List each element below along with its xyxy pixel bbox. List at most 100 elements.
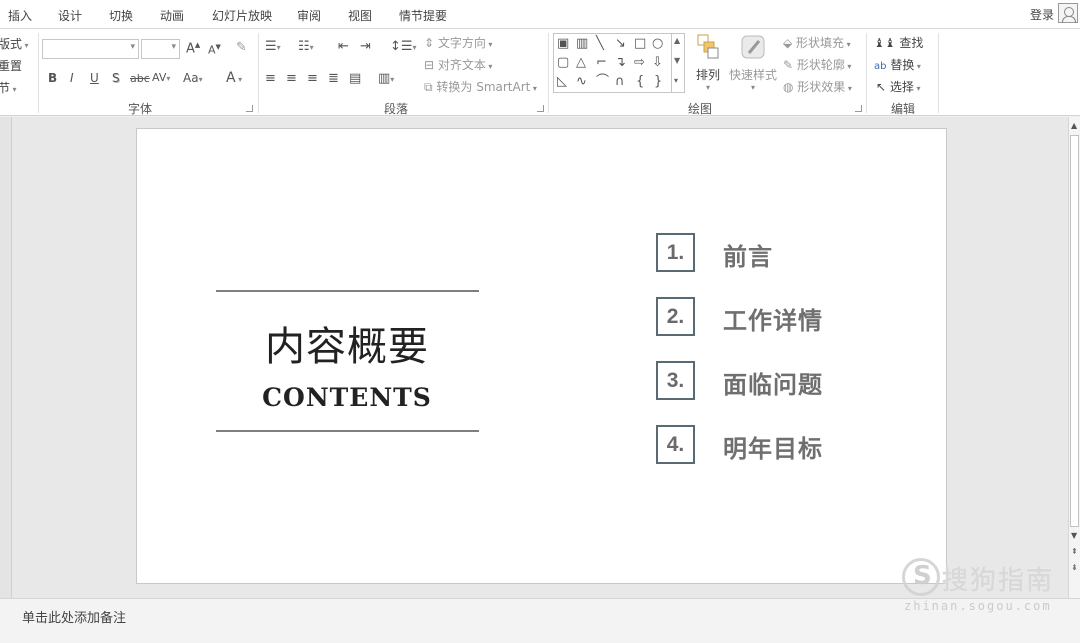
italic-button[interactable]: I (70, 72, 74, 84)
tab-view[interactable]: 视图 (348, 7, 372, 24)
align-right-icon[interactable]: ≡ (307, 72, 318, 85)
next-slide-icon[interactable]: ⇟ (1071, 563, 1078, 572)
down-arrow-shape-icon[interactable]: ⇩ (652, 56, 663, 69)
text-direction-button[interactable]: ⇕ 文字方向 ▾ (424, 34, 492, 51)
section-button[interactable]: 节 ▾ (0, 79, 17, 96)
strikethrough-button[interactable]: abc (130, 73, 150, 84)
scribble-shape-icon[interactable]: ∿ (576, 75, 587, 88)
group-separator (38, 33, 39, 113)
quick-styles-button[interactable]: 快速样式 ▾ (727, 33, 779, 92)
line-spacing-icon[interactable]: ↕☰▾ (390, 40, 417, 53)
tab-storyboard[interactable]: 情节提要 (399, 7, 447, 24)
shape-effects-button[interactable]: ◍ 形状效果 ▾ (783, 78, 852, 95)
slide-workspace[interactable]: 内容概要 CONTENTS 1. 前言 2. 工作详情 3. 面临问题 4. 明… (0, 117, 1068, 598)
elbow-arrow-shape-icon[interactable]: ↴ (615, 56, 626, 69)
shape-fill-button[interactable]: ⬙ 形状填充 ▾ (783, 34, 851, 51)
align-center-icon[interactable]: ≡ (286, 72, 297, 85)
right-brace-shape-icon[interactable]: } (654, 75, 662, 88)
tab-design[interactable]: 设计 (58, 7, 82, 24)
justify-icon[interactable]: ≣ (328, 72, 339, 85)
toc-item[interactable]: 2. 工作详情 (656, 297, 916, 337)
align-text-button[interactable]: ⊟ 对齐文本 ▾ (424, 56, 492, 73)
gallery-down-icon[interactable]: ▼ (674, 56, 680, 65)
notes-placeholder[interactable]: 单击此处添加备注 (22, 607, 126, 626)
slide-canvas[interactable]: 内容概要 CONTENTS 1. 前言 2. 工作详情 3. 面临问题 4. 明… (136, 128, 947, 584)
replace-button[interactable]: ab 替换 ▾ (874, 56, 921, 73)
left-brace-shape-icon[interactable]: { (636, 75, 644, 88)
right-arrow-shape-icon[interactable]: ⇨ (634, 56, 645, 69)
toc-item[interactable]: 1. 前言 (656, 233, 916, 273)
scroll-down-icon[interactable]: ▼ (1071, 531, 1077, 540)
decrease-indent-icon[interactable]: ⇤ (338, 40, 349, 53)
align-left-icon[interactable]: ≡ (265, 72, 276, 85)
oval-shape-icon[interactable]: ○ (652, 37, 663, 50)
clear-format-icon[interactable]: ✎ (236, 41, 247, 54)
columns-icon[interactable]: ▥▾ (378, 72, 394, 85)
font-dialog-launcher-icon[interactable] (246, 105, 253, 112)
select-button[interactable]: ↖ 选择 ▾ (876, 78, 920, 95)
elbow-connector-shape-icon[interactable]: ⌐ (596, 56, 607, 69)
shadow-button[interactable]: S (112, 72, 120, 84)
font-name-combo[interactable] (42, 39, 139, 59)
arc-shape-icon[interactable]: ⌒ (596, 75, 609, 88)
tab-insert[interactable]: 插入 (8, 7, 32, 24)
shrink-font-icon[interactable]: A▼ (208, 44, 221, 56)
char-spacing-button[interactable]: AV▾ (152, 72, 170, 83)
triangle-shape-icon[interactable]: △ (576, 56, 586, 69)
bold-button[interactable]: B (48, 72, 57, 84)
find-button[interactable]: ♝♝ 查找 (874, 34, 923, 51)
tab-transitions[interactable]: 切换 (109, 7, 133, 24)
font-color-button[interactable]: A ▾ (226, 71, 242, 85)
tab-review[interactable]: 审阅 (297, 7, 321, 24)
slide-title[interactable]: 内容概要 (137, 314, 557, 372)
numbering-icon[interactable]: ☷▾ (298, 40, 314, 53)
login-link[interactable]: 登录 (1030, 6, 1054, 23)
arrange-button[interactable]: 排列 ▾ (692, 33, 724, 92)
scroll-thumb[interactable] (1070, 135, 1079, 527)
slide-subtitle[interactable]: CONTENTS (137, 383, 557, 412)
toc-item[interactable]: 3. 面临问题 (656, 361, 916, 401)
grow-font-icon[interactable]: A▲ (186, 42, 200, 56)
user-avatar-icon[interactable] (1058, 3, 1078, 23)
gallery-more-icon[interactable]: ▾ (674, 76, 678, 85)
group-separator (938, 33, 939, 113)
increase-indent-icon[interactable]: ⇥ (360, 40, 371, 53)
toc-item[interactable]: 4. 明年目标 (656, 425, 916, 465)
tab-animations[interactable]: 动画 (160, 7, 184, 24)
font-size-combo[interactable] (141, 39, 180, 59)
drawing-group-label: 绘图 (688, 102, 713, 116)
shapes-gallery[interactable]: ▣ ▥ ╲ ↘ □ ○ ▢ △ ⌐ ↴ ⇨ ⇩ ◺ ∿ ⌒ ∩ { } ▲ ▼ … (553, 33, 685, 93)
vertical-scrollbar[interactable]: ▲ ▼ ⇞ ⇟ (1068, 117, 1080, 598)
notes-pane[interactable]: 单击此处添加备注 (0, 598, 1080, 643)
toc-number-box: 4. (656, 425, 695, 464)
group-separator (866, 33, 867, 113)
font-group-label: 字体 (128, 102, 153, 116)
previous-slide-icon[interactable]: ⇞ (1071, 547, 1078, 556)
toc-label: 工作详情 (723, 307, 823, 335)
thumbnail-pane-edge[interactable] (0, 117, 12, 598)
reset-button[interactable]: 重置 (0, 57, 22, 74)
paragraph-dialog-launcher-icon[interactable] (537, 105, 544, 112)
shape-outline-button[interactable]: ✎ 形状轮廓 ▾ (783, 56, 851, 73)
underline-button[interactable]: U (90, 72, 99, 84)
distributed-icon[interactable]: ▤ (349, 72, 361, 85)
textbox-shape-icon[interactable]: ▣ (557, 37, 569, 50)
rectangle-shape-icon[interactable]: □ (634, 37, 646, 50)
scroll-up-icon[interactable]: ▲ (1071, 121, 1077, 130)
arrow-line-shape-icon[interactable]: ↘ (615, 37, 626, 50)
gallery-up-icon[interactable]: ▲ (674, 36, 680, 45)
vertical-textbox-shape-icon[interactable]: ▥ (576, 37, 588, 50)
rounded-rect-shape-icon[interactable]: ▢ (557, 56, 569, 69)
layout-button[interactable]: 版式 ▾ (0, 35, 29, 52)
quick-styles-icon (741, 35, 765, 59)
drawing-dialog-launcher-icon[interactable] (855, 105, 862, 112)
ribbon: 版式 ▾ 重置 节 ▾ A▲ A▼ ✎ B I U S abc AV▾ Aa▾ … (0, 28, 1080, 116)
freeform-shape-icon[interactable]: ◺ (557, 75, 567, 88)
convert-smartart-button[interactable]: ⧉ 转换为 SmartArt ▾ (424, 78, 537, 95)
curve-shape-icon[interactable]: ∩ (615, 75, 625, 88)
tab-slideshow[interactable]: 幻灯片放映 (212, 7, 272, 24)
change-case-button[interactable]: Aa▾ (183, 72, 203, 84)
gallery-scroll[interactable]: ▲ ▼ ▾ (671, 34, 684, 92)
line-shape-icon[interactable]: ╲ (596, 37, 604, 50)
bullets-icon[interactable]: ☰▾ (265, 40, 281, 53)
